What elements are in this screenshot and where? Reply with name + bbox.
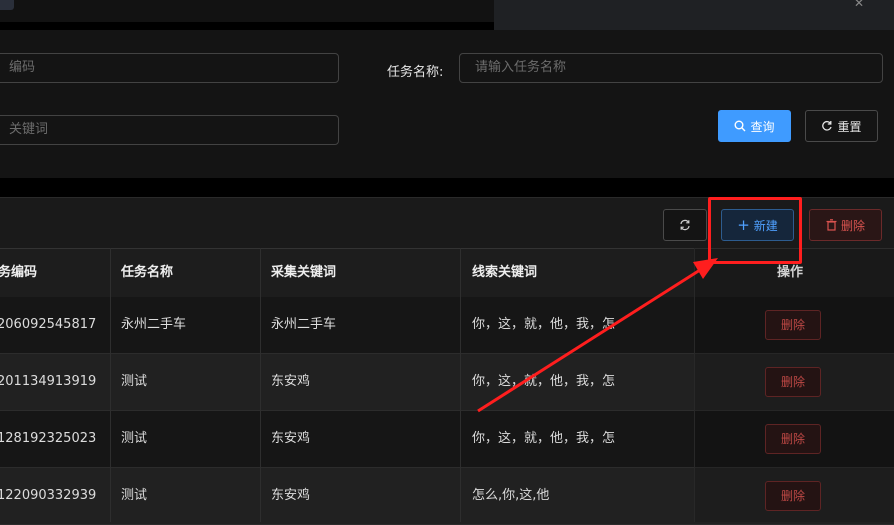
annotation-arrow <box>477 258 718 413</box>
